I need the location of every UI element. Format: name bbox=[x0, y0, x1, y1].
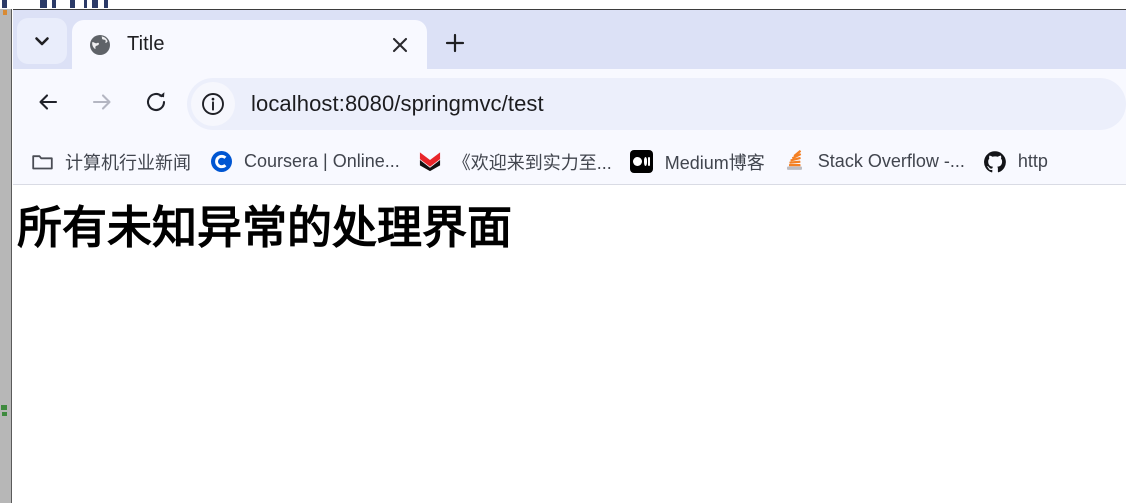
bookmark-item-coursera[interactable]: Coursera | Online... bbox=[200, 145, 409, 179]
tab-strip: Title bbox=[13, 10, 1126, 69]
address-bar-url[interactable]: localhost:8080/springmvc/test bbox=[251, 91, 544, 117]
bookmark-item-news-folder[interactable]: 计算机行业新闻 bbox=[21, 145, 200, 179]
github-icon bbox=[983, 150, 1007, 174]
sina-weibo-icon bbox=[418, 150, 442, 174]
bookmark-label: 计算机行业新闻 bbox=[65, 152, 191, 173]
address-bar[interactable]: localhost:8080/springmvc/test bbox=[187, 78, 1126, 130]
screen-root: Title localhost:8080/springmvc/test 计算机行… bbox=[0, 0, 1126, 503]
tab-title: Title bbox=[127, 33, 165, 55]
forward-button[interactable] bbox=[79, 81, 125, 127]
navigation-toolbar: localhost:8080/springmvc/test bbox=[13, 69, 1126, 139]
coursera-icon bbox=[209, 150, 233, 174]
bookmark-item-github[interactable]: http bbox=[974, 145, 1057, 179]
bookmark-label: Medium博客 bbox=[664, 152, 765, 173]
page-viewport: 所有未知异常的处理界面 bbox=[13, 185, 1126, 503]
bookmark-label: Stack Overflow -... bbox=[817, 151, 965, 171]
bookmarks-bar: 计算机行业新闻 Coursera | Online... 《欢迎来到实力至...… bbox=[13, 139, 1126, 185]
plus-icon bbox=[444, 32, 466, 59]
background-window-edge bbox=[0, 0, 12, 503]
bookmark-label: Coursera | Online... bbox=[244, 151, 400, 171]
stack-overflow-icon bbox=[783, 150, 807, 174]
page-heading: 所有未知异常的处理界面 bbox=[17, 201, 513, 254]
bookmark-label: http bbox=[1017, 151, 1048, 171]
reload-icon bbox=[143, 89, 169, 120]
bookmark-item-stack-overflow[interactable]: Stack Overflow -... bbox=[774, 145, 974, 179]
bookmark-label: 《欢迎来到实力至... bbox=[452, 152, 612, 173]
globe-icon bbox=[87, 32, 113, 58]
back-button[interactable] bbox=[25, 81, 71, 127]
bookmark-item-medium[interactable]: Medium博客 bbox=[621, 145, 774, 179]
close-icon[interactable] bbox=[383, 28, 417, 62]
info-circle-icon[interactable] bbox=[191, 82, 235, 126]
browser-window: Title localhost:8080/springmvc/test 计算机行… bbox=[13, 9, 1126, 503]
medium-icon bbox=[630, 150, 654, 174]
tab-search-button[interactable] bbox=[17, 18, 67, 64]
arrow-right-icon bbox=[89, 89, 115, 120]
browser-tab[interactable]: Title bbox=[72, 20, 427, 69]
bookmark-item-weibo[interactable]: 《欢迎来到实力至... bbox=[409, 145, 621, 179]
new-tab-button[interactable] bbox=[434, 24, 476, 66]
reload-button[interactable] bbox=[133, 81, 179, 127]
background-window-top-strip bbox=[0, 0, 1126, 9]
arrow-left-icon bbox=[35, 89, 61, 120]
chevron-down-icon bbox=[32, 31, 52, 51]
folder-icon bbox=[30, 150, 54, 174]
